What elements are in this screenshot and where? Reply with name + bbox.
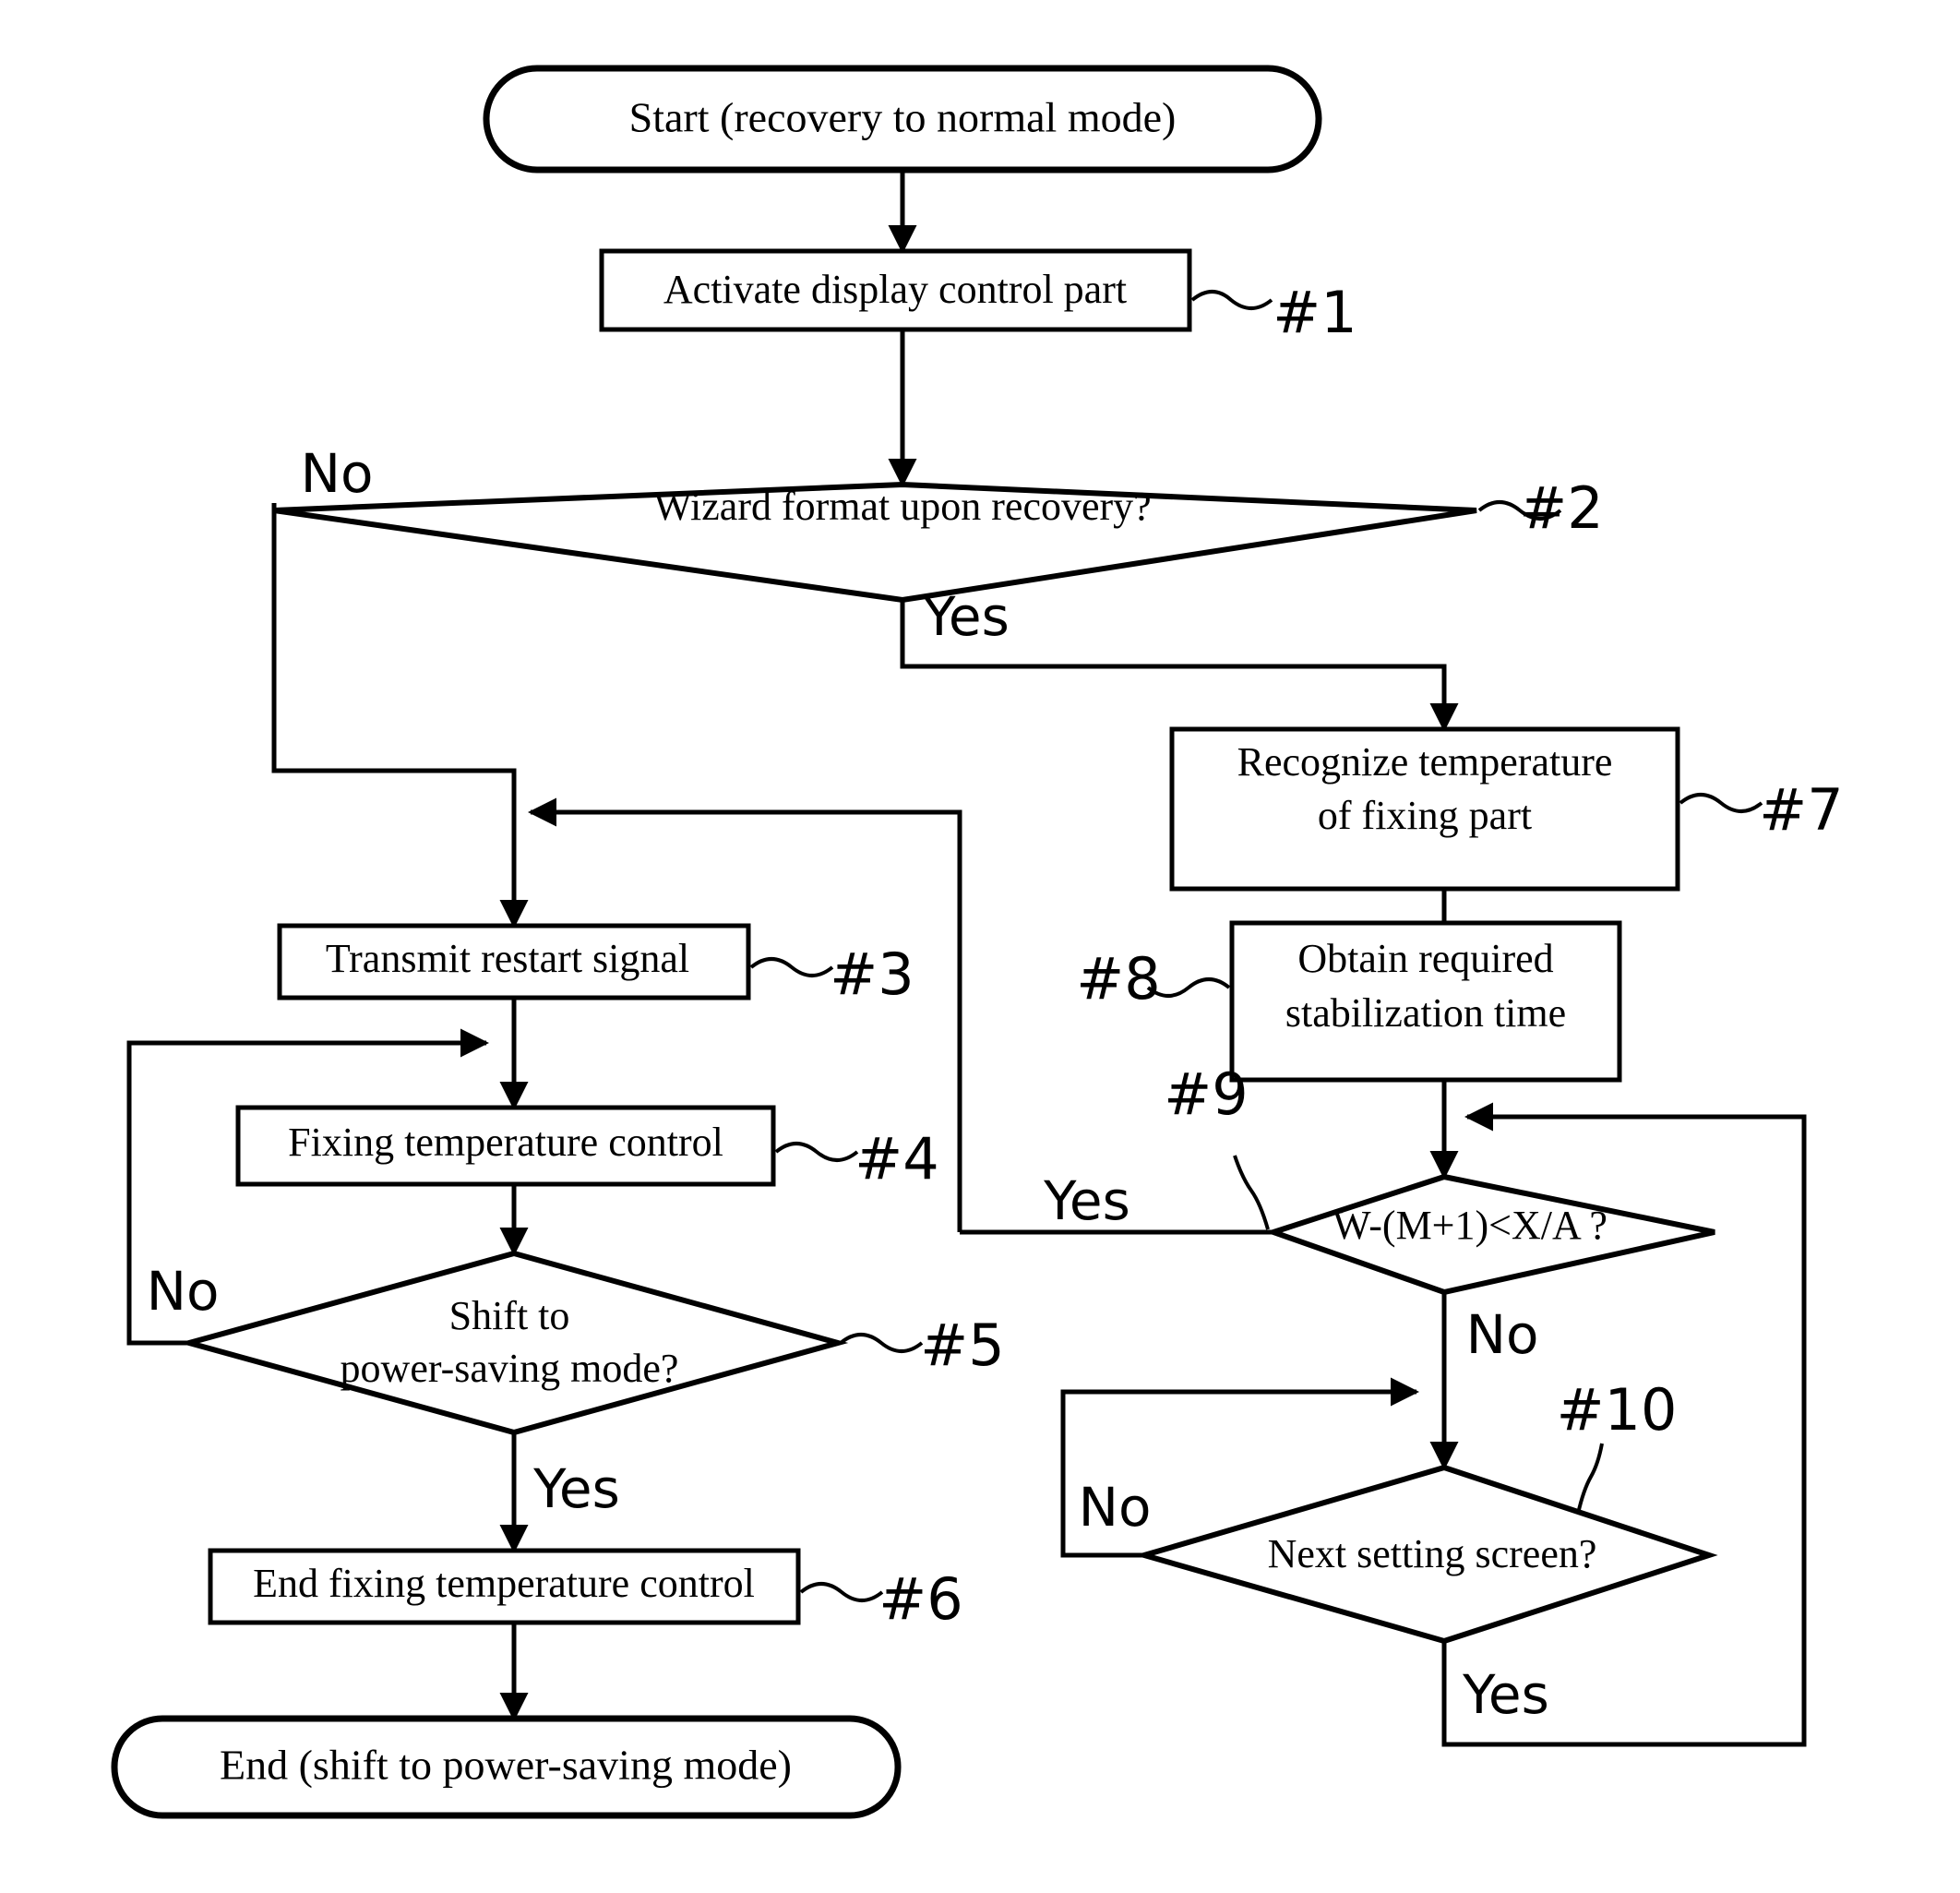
ref-8: #8 (1076, 945, 1160, 1012)
node-end-label: End (shift to power-saving mode) (220, 1742, 792, 1789)
ref-9: #9 (1164, 1060, 1248, 1128)
node-2-label: Wizard format upon recovery? (653, 484, 1151, 529)
node-9-label: W-(M+1)<X/A ? (1333, 1203, 1607, 1248)
leader-4 (774, 1142, 859, 1162)
leader-6 (799, 1582, 884, 1602)
node-10-label: Next setting screen? (1268, 1531, 1597, 1576)
node-7-label-line1: Recognize temperature (1237, 739, 1613, 785)
ref-5: #5 (920, 1312, 1004, 1379)
branch-9-yes: Yes (1043, 1169, 1130, 1232)
node-5-label-line1: Shift to (449, 1293, 570, 1338)
ref-1: #1 (1273, 279, 1356, 346)
leader-9 (1233, 1155, 1270, 1230)
leader-3 (749, 957, 834, 977)
ref-10: #10 (1557, 1376, 1678, 1444)
node-1-label: Activate display control part (663, 267, 1127, 312)
ref-4: #4 (855, 1125, 938, 1192)
ref-6: #6 (878, 1565, 962, 1633)
node-8-label-line2: stabilization time (1285, 990, 1566, 1036)
leader-1 (1190, 290, 1273, 310)
branch-10-yes: Yes (1462, 1663, 1549, 1726)
ref-2: #2 (1519, 474, 1603, 542)
node-3-label: Transmit restart signal (326, 936, 689, 981)
leader-7 (1679, 793, 1763, 813)
ref-3: #3 (830, 941, 914, 1008)
node-7-label-line2: of fixing part (1318, 793, 1532, 838)
leader-10 (1576, 1443, 1604, 1515)
node-4-label: Fixing temperature control (288, 1120, 723, 1165)
ref-7: #7 (1759, 776, 1843, 844)
edge-2-no-to-3 (271, 503, 517, 812)
node-6-label: End fixing temperature control (253, 1561, 755, 1606)
node-8-label-line1: Obtain required (1297, 936, 1553, 981)
node-5-label-line2: power-saving mode? (341, 1346, 679, 1391)
branch-5-yes: Yes (532, 1457, 620, 1520)
branch-2-yes: Yes (922, 585, 1010, 648)
node-start-label: Start (recovery to normal mode) (629, 94, 1177, 141)
branch-2-no: No (301, 442, 374, 505)
branch-5-no: No (147, 1260, 220, 1323)
leader-5 (839, 1333, 924, 1353)
flowchart-canvas: Start (recovery to normal mode) Activate… (111, 65, 1844, 1819)
node-5 (178, 1250, 849, 1436)
branch-10-no: No (1079, 1476, 1152, 1539)
branch-9-no: No (1466, 1303, 1539, 1366)
flowchart-diagram: Start (recovery to normal mode) Activate… (0, 0, 1960, 1893)
